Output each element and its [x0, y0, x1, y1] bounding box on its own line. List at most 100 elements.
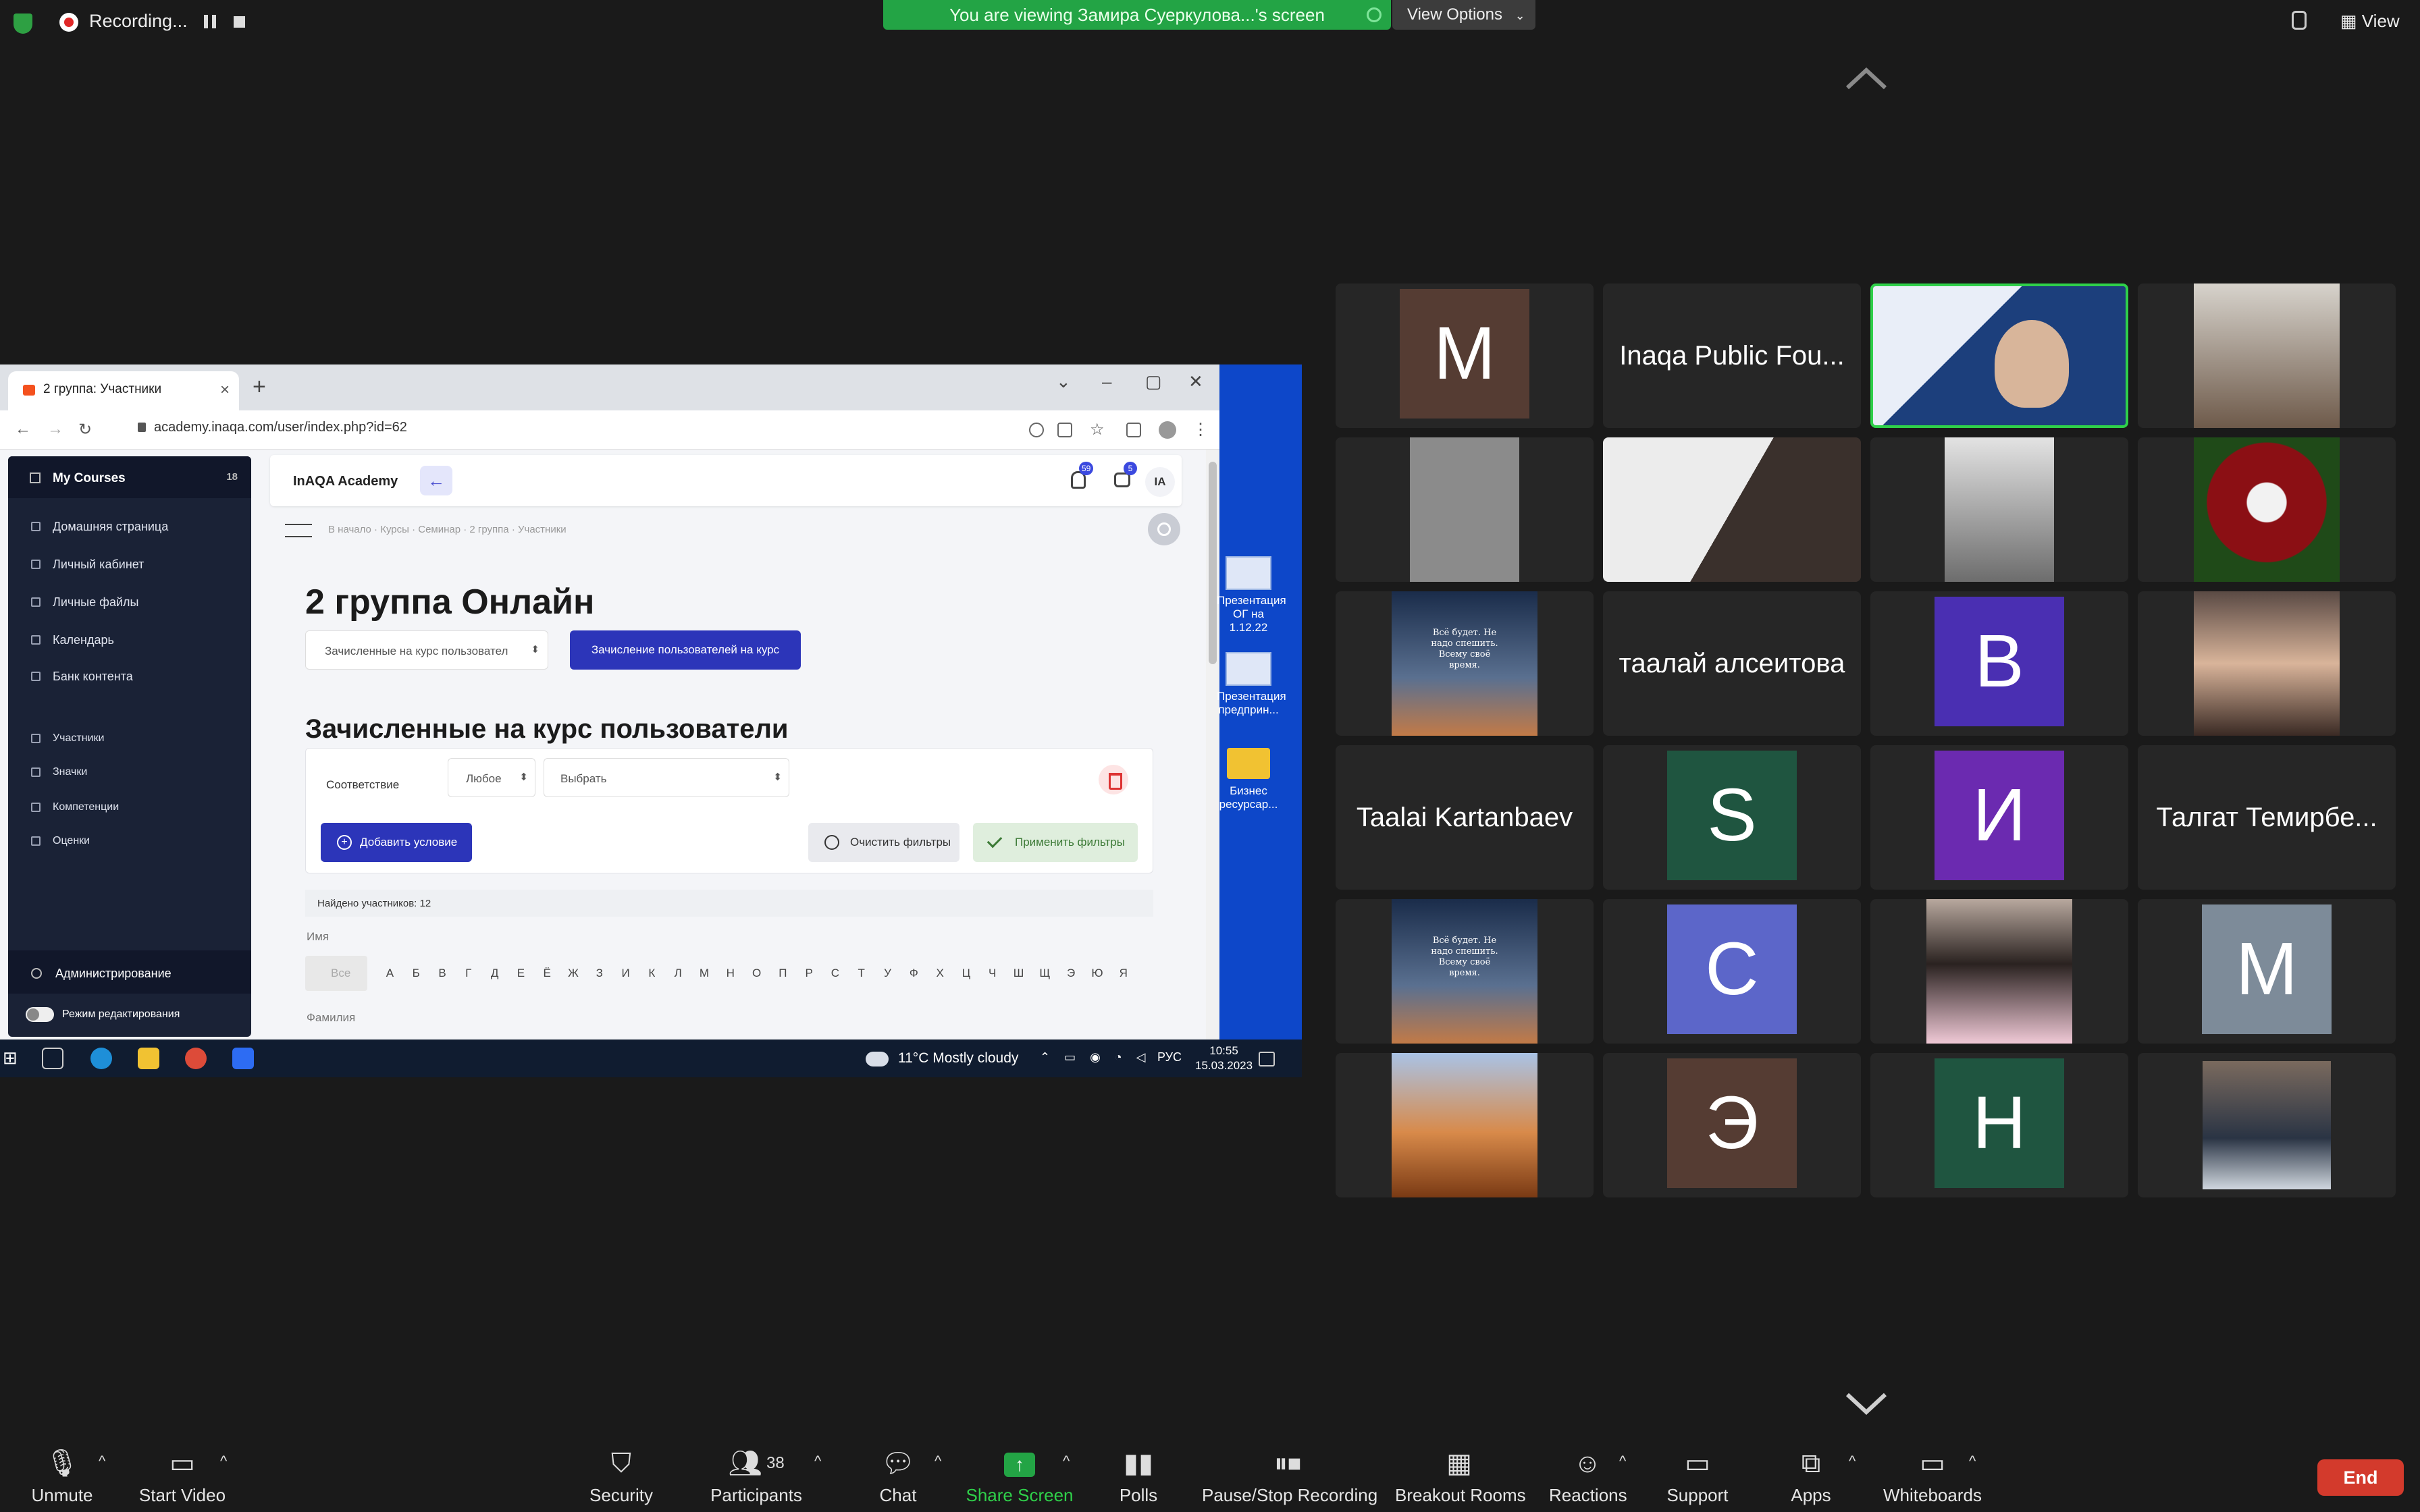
browser-tab[interactable]: 2 группа: Участники × — [8, 371, 239, 410]
enrolled-users-select[interactable]: Зачисленные на курс пользовател — [305, 630, 548, 670]
initial-letter-button[interactable]: И — [612, 967, 639, 980]
initial-letter-button[interactable]: Л — [665, 967, 691, 980]
initial-letter-button[interactable]: Ж — [560, 967, 587, 980]
sidebar-item-dashboard[interactable]: Личный кабинет — [8, 551, 251, 578]
participant-tile[interactable]: Талгат Темирбе... — [2138, 745, 2396, 890]
participant-tile[interactable]: M — [2138, 899, 2396, 1044]
participant-tile[interactable]: H — [1870, 1053, 2128, 1197]
initial-letter-button[interactable]: Н — [717, 967, 743, 980]
taskbar-clock[interactable]: 10:55 15.03.2023 — [1195, 1044, 1253, 1073]
participant-tile[interactable] — [1870, 899, 2128, 1044]
view-options-button[interactable]: View Options ⌄ — [1392, 0, 1535, 30]
windows-start-icon[interactable]: ⊞ — [3, 1048, 24, 1069]
initial-letter-button[interactable]: Ф — [901, 967, 927, 980]
participants-caret-icon[interactable]: ^ — [814, 1453, 821, 1470]
pause-recording-icon[interactable] — [204, 15, 216, 28]
participant-tile[interactable] — [1336, 1053, 1594, 1197]
reactions-caret-icon[interactable]: ^ — [1619, 1453, 1626, 1470]
initial-letter-button[interactable]: Б — [403, 967, 429, 980]
initial-letter-button[interactable]: Ц — [953, 967, 980, 980]
start-video-button[interactable]: ▭ Start Video — [132, 1447, 232, 1508]
input-language[interactable]: РУС — [1157, 1050, 1182, 1064]
new-tab-icon[interactable]: + — [253, 374, 266, 400]
sidebar-item-calendar[interactable]: Календарь — [8, 626, 251, 653]
desktop-file-presentation-2[interactable]: Презентация предприн... — [1217, 652, 1286, 717]
initial-letter-button[interactable]: К — [639, 967, 665, 980]
filter-type-select[interactable]: Выбрать — [544, 758, 789, 797]
reload-icon[interactable]: ↻ — [78, 420, 92, 439]
participant-tile[interactable] — [2138, 437, 2396, 582]
participant-tile[interactable]: Taalai Kartanbaev — [1336, 745, 1594, 890]
participant-tile-active-speaker[interactable] — [1870, 284, 2128, 428]
share-icon[interactable] — [1057, 423, 1072, 437]
support-button[interactable]: ▭ Support — [1665, 1447, 1730, 1508]
share-caret-icon[interactable]: ^ — [1063, 1453, 1070, 1470]
task-view-icon[interactable] — [42, 1048, 63, 1069]
chat-button[interactable]: 💬︎ Chat — [875, 1447, 921, 1508]
participant-tile[interactable] — [2138, 1053, 2396, 1197]
sidebar-item-files[interactable]: Личные файлы — [8, 589, 251, 616]
scroll-up-chevron-icon[interactable] — [1845, 65, 1888, 92]
initial-all-button[interactable]: Все — [305, 956, 367, 991]
notifications-icon[interactable] — [1259, 1052, 1275, 1066]
edge-browser-icon[interactable] — [90, 1048, 112, 1069]
settings-gear-icon[interactable] — [1148, 513, 1180, 545]
initial-letter-button[interactable]: У — [874, 967, 901, 980]
initial-letter-button[interactable]: Ю — [1084, 967, 1111, 980]
participant-tile[interactable]: C — [1603, 899, 1861, 1044]
page-scrollbar[interactable] — [1206, 450, 1219, 1040]
sidebar-item-admin[interactable]: Администрирование — [8, 950, 251, 994]
maximize-icon[interactable]: ▢ — [1145, 371, 1162, 392]
list-toggle-icon[interactable] — [285, 524, 312, 537]
menu-dots-icon[interactable]: ⋮ — [1192, 420, 1209, 439]
participants-button[interactable]: 👥︎ 38 Participants — [706, 1447, 806, 1508]
video-options-caret-icon[interactable]: ^ — [220, 1453, 227, 1470]
breadcrumb[interactable]: В начало · Курсы · Семинар · 2 группа · … — [328, 524, 567, 535]
toggle-switch[interactable] — [26, 1007, 54, 1022]
stop-recording-icon[interactable] — [234, 16, 245, 28]
enroll-users-button[interactable]: Зачисление пользователей на курс — [570, 630, 801, 670]
chat-caret-icon[interactable]: ^ — [935, 1453, 941, 1470]
participant-tile[interactable] — [1603, 437, 1861, 582]
participant-tile[interactable] — [1336, 437, 1594, 582]
profile-avatar[interactable] — [1159, 421, 1176, 439]
sidebar-my-courses[interactable]: My Courses 18 — [8, 456, 251, 498]
sidebar-item-badges[interactable]: Значки — [8, 759, 251, 786]
sidebar-item-grades[interactable]: Оценки — [8, 828, 251, 855]
close-tab-icon[interactable]: × — [220, 381, 230, 400]
initial-letter-button[interactable]: Ч — [979, 967, 1005, 980]
reactions-button[interactable]: ☺ Reactions — [1549, 1447, 1627, 1508]
participant-tile[interactable]: Inaqa Public Fou... — [1603, 284, 1861, 428]
add-condition-button[interactable]: + Добавить условие — [321, 823, 472, 862]
view-button[interactable]: ▦ View — [2340, 11, 2400, 32]
sidebar-item-participants[interactable]: Участники — [8, 725, 251, 752]
user-avatar[interactable]: IA — [1145, 467, 1175, 497]
bookmark-star-icon[interactable]: ☆ — [1090, 420, 1105, 439]
security-button[interactable]: ⛉ Security — [582, 1447, 660, 1508]
clear-filters-button[interactable]: Очистить фильтры — [808, 823, 959, 862]
side-panel-icon[interactable] — [1126, 423, 1141, 437]
encryption-shield-icon[interactable] — [14, 14, 32, 34]
participant-tile[interactable]: И — [1870, 745, 2128, 890]
participant-tile[interactable]: Всё будет. Не надо спешить. Всему своё в… — [1336, 899, 1594, 1044]
initial-letter-button[interactable]: Я — [1110, 967, 1136, 980]
participant-tile[interactable] — [2138, 284, 2396, 428]
minimize-icon[interactable]: – — [1102, 371, 1111, 392]
back-arrow-button[interactable]: ← — [420, 466, 452, 495]
initial-letter-button[interactable]: Ш — [1005, 967, 1032, 980]
zoom-app-icon[interactable] — [232, 1048, 254, 1069]
trash-icon[interactable] — [1099, 765, 1128, 794]
initial-letter-button[interactable]: А — [377, 967, 403, 980]
sidebar-item-content-bank[interactable]: Банк контента — [8, 663, 251, 690]
participant-tile[interactable]: таалай алсеитова — [1603, 591, 1861, 736]
audio-options-caret-icon[interactable]: ^ — [99, 1453, 105, 1470]
whiteboards-caret-icon[interactable]: ^ — [1969, 1453, 1976, 1470]
initial-letter-button[interactable]: М — [691, 967, 718, 980]
initial-letter-button[interactable]: В — [429, 967, 456, 980]
desktop-file-presentation-1[interactable]: Презентация ОГ на 1.12.22 — [1217, 556, 1286, 634]
weather-text[interactable]: 11°C Mostly cloudy — [898, 1050, 1018, 1066]
initial-letter-button[interactable]: Щ — [1032, 967, 1058, 980]
initial-letter-button[interactable]: Е — [508, 967, 534, 980]
unmute-button[interactable]: 🎙︎ Unmute — [27, 1447, 97, 1508]
url-field[interactable]: academy.inaqa.com/user/index.php?id=62 — [138, 420, 407, 435]
